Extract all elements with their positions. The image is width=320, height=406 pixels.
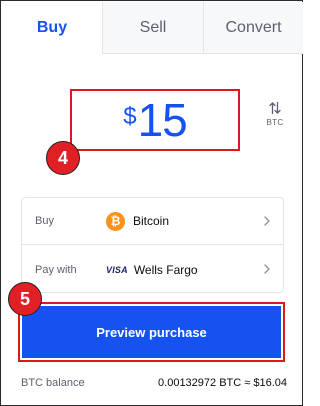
- pay-row-label: Pay with: [35, 263, 77, 276]
- balance-value: 0.00132972 BTC ≈ $16.04: [158, 377, 287, 389]
- chevron-right-icon: [264, 216, 270, 226]
- swap-currency-label: BTC: [266, 118, 284, 127]
- asset-selector-card: Buy ₿ Bitcoin Pay with VISA Wells Fargo: [21, 197, 284, 293]
- currency-symbol: $: [123, 103, 137, 130]
- swap-vertical-icon: [269, 101, 281, 115]
- amount-input[interactable]: $ 15: [70, 89, 240, 151]
- amount-display: $ 15: [123, 94, 188, 146]
- buy-widget: Buy Sell Convert $ 15 BTC 4 Buy ₿ Bitcoi…: [0, 0, 303, 406]
- visa-logo-icon: VISA: [106, 264, 128, 275]
- asset-name: Bitcoin: [133, 214, 170, 228]
- buy-row-label: Buy: [35, 215, 54, 227]
- bitcoin-icon: ₿: [106, 211, 125, 231]
- payment-method-row[interactable]: Pay with VISA Wells Fargo: [22, 246, 283, 293]
- btc-balance: BTC balance 0.00132972 BTC ≈ $16.04: [21, 377, 287, 389]
- preview-purchase-button[interactable]: Preview purchase: [22, 306, 281, 358]
- chevron-right-icon: [264, 264, 270, 274]
- tab-sell[interactable]: Sell: [102, 2, 203, 54]
- step-badge-4: 4: [46, 141, 80, 175]
- trade-tabs: Buy Sell Convert: [2, 2, 303, 54]
- swap-currency-button[interactable]: BTC: [263, 101, 287, 135]
- buy-asset-row[interactable]: Buy ₿ Bitcoin: [22, 198, 283, 245]
- payment-method-value: VISA Wells Fargo: [106, 263, 198, 277]
- preview-highlight: Preview purchase: [18, 302, 285, 362]
- amount-value: 15: [137, 94, 188, 146]
- tab-buy[interactable]: Buy: [2, 2, 102, 54]
- balance-label: BTC balance: [21, 377, 85, 389]
- buy-asset-value: ₿ Bitcoin: [106, 211, 170, 231]
- tab-convert[interactable]: Convert: [203, 2, 303, 54]
- payment-method-name: Wells Fargo: [133, 262, 198, 277]
- step-badge-5: 5: [8, 282, 42, 316]
